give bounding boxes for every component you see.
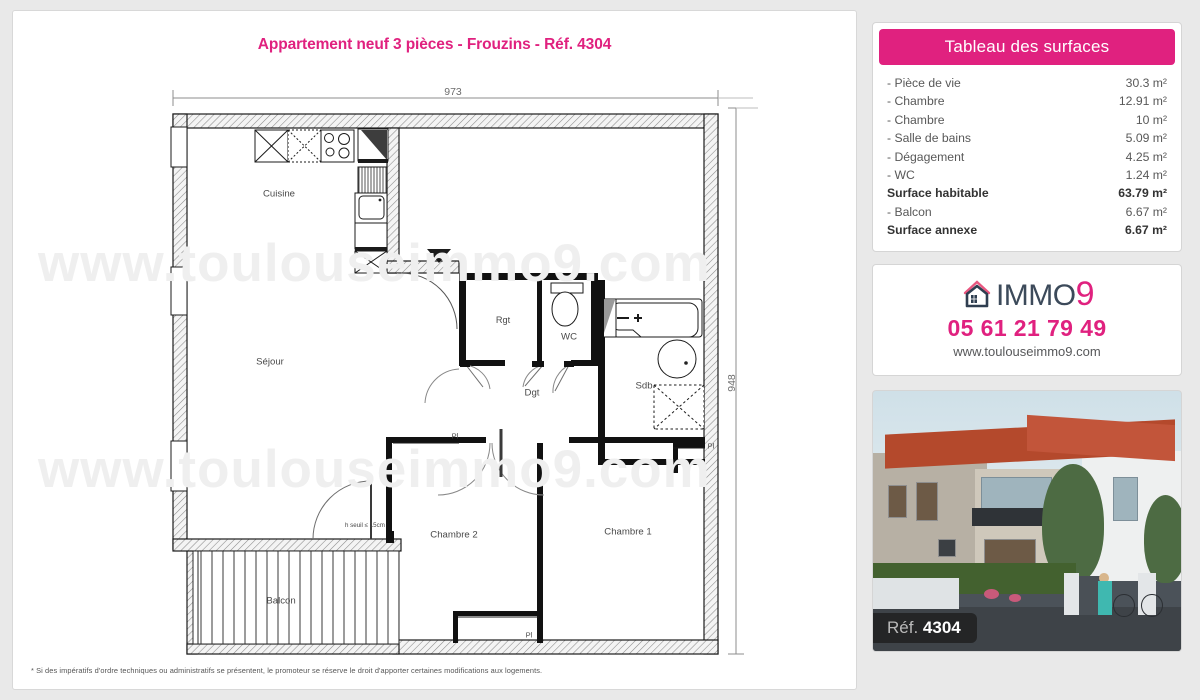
surface-label: - Dégagement xyxy=(887,149,965,164)
brand-logo: IMMO9 xyxy=(873,277,1181,311)
photo-bicycle-wheel xyxy=(1140,593,1163,618)
photo-balcony xyxy=(971,508,1049,527)
room-label-sejour: Séjour xyxy=(256,356,284,368)
door-balcony xyxy=(312,480,372,540)
photo-window xyxy=(888,484,907,519)
surface-value: 6.67 m² xyxy=(1125,204,1167,219)
surface-value: 12.91 m² xyxy=(1118,94,1167,109)
room-label-dgt: Dgt xyxy=(524,387,540,399)
surface-row-total-habitable: Surface habitable 63.79 m² xyxy=(887,184,1167,202)
contact-panel: IMMO9 05 61 21 79 49 www.toulouseimmo9.c… xyxy=(872,264,1182,376)
surface-value: 10 m² xyxy=(1135,112,1167,127)
room-label-placard-2: Pl xyxy=(707,441,715,451)
logo-nine-text: 9 xyxy=(1075,275,1095,313)
wall-stubs xyxy=(386,361,574,543)
photo-window xyxy=(916,482,938,521)
floorplan-svg: 973 948 h seuil ≤ 15cm xyxy=(170,86,758,655)
room-label-placard-1: Pl xyxy=(451,431,459,441)
surface-value: 30.3 m² xyxy=(1125,76,1167,90)
reference-badge: Réf. 4304 xyxy=(873,613,977,643)
kitchen-fittings xyxy=(254,128,389,274)
house-logo-icon xyxy=(960,278,994,310)
surface-value: 4.25 m² xyxy=(1125,149,1167,164)
phone-number[interactable]: 05 61 21 79 49 xyxy=(873,315,1181,342)
surfaces-list: - Pièce de vie 30.3 m² - Chambre 12.91 m… xyxy=(887,74,1167,240)
surface-label: Surface habitable xyxy=(887,186,989,201)
dimension-right-label: 948 xyxy=(726,374,738,392)
room-label-cuisine: Cuisine xyxy=(263,188,295,200)
surface-label: - Chambre xyxy=(887,112,945,127)
logo-wordmark: IMMO9 xyxy=(995,275,1095,313)
dimension-top-label: 973 xyxy=(444,86,462,98)
surface-label: Surface annexe xyxy=(887,223,978,238)
surface-label: - Salle de bains xyxy=(887,131,972,146)
photo-person-body xyxy=(1097,580,1112,615)
photo-window xyxy=(937,539,957,558)
surface-value: 63.79 m² xyxy=(1118,186,1167,201)
photo-glass-door xyxy=(980,476,1052,511)
surface-row: - WC 1.24 m² xyxy=(887,166,1167,184)
room-label-sdb: Sdb xyxy=(635,380,653,392)
surface-label: - Pièce de vie xyxy=(887,76,961,90)
surface-row-total-annexe: Surface annexe 6.67 m² xyxy=(887,221,1167,239)
website-url[interactable]: www.toulouseimmo9.com xyxy=(873,344,1181,359)
ref-label: Réf. xyxy=(887,618,919,637)
surface-row: - Pièce de vie 30.3 m² xyxy=(887,74,1167,92)
property-photo-panel: Réf. 4304 xyxy=(872,390,1182,652)
photo-flowers xyxy=(983,588,1000,599)
surface-row: - Salle de bains 5.09 m² xyxy=(887,129,1167,147)
door-entry xyxy=(400,272,458,330)
room-label-chambre-1: Chambre 1 xyxy=(604,526,652,538)
surface-value: 1.24 m² xyxy=(1125,168,1167,183)
wc-fittings xyxy=(550,282,584,327)
surface-row: - Dégagement 4.25 m² xyxy=(887,148,1167,166)
room-label-balcon: Balcon xyxy=(266,595,296,607)
surface-value: 6.67 m² xyxy=(1124,223,1167,238)
photo-flowers xyxy=(1008,593,1021,602)
surface-label: - Balcon xyxy=(887,204,932,219)
threshold-note: h seuil ≤ 15cm xyxy=(345,522,385,529)
balcony-decking xyxy=(196,550,400,645)
surface-row: - Chambre 10 m² xyxy=(887,111,1167,129)
surfaces-heading: Tableau des surfaces xyxy=(879,29,1175,65)
photo-tree xyxy=(1144,495,1181,584)
photo-window xyxy=(1113,476,1138,521)
room-label-wc: WC xyxy=(561,331,577,343)
surface-value: 5.09 m² xyxy=(1125,131,1167,146)
ref-number: 4304 xyxy=(922,618,961,637)
surface-row: - Balcon 6.67 m² xyxy=(887,203,1167,221)
surface-row: - Chambre 12.91 m² xyxy=(887,92,1167,110)
floorplan-card: Appartement neuf 3 pièces - Frouzins - R… xyxy=(12,10,857,690)
photo-pillar xyxy=(1063,573,1080,615)
interior-doors xyxy=(424,364,570,496)
page-root: Appartement neuf 3 pièces - Frouzins - R… xyxy=(0,0,1200,700)
photo-fence xyxy=(873,578,960,610)
photo-bicycle-wheel xyxy=(1113,593,1135,618)
room-label-chambre-2: Chambre 2 xyxy=(430,529,478,541)
bathroom-fittings xyxy=(599,297,705,430)
logo-immo-text: IMMO xyxy=(995,279,1076,312)
property-photo: Réf. 4304 xyxy=(873,391,1181,651)
surface-label: - WC xyxy=(887,168,915,183)
room-label-rgt: Rgt xyxy=(495,315,511,325)
room-label-placard-3: Pl xyxy=(525,630,533,640)
floorplan-drawing: 973 948 h seuil ≤ 15cm Cuisine Séjour Rg… xyxy=(13,11,856,689)
surfaces-panel: Tableau des surfaces - Pièce de vie 30.3… xyxy=(872,22,1182,252)
surface-label: - Chambre xyxy=(887,94,945,109)
